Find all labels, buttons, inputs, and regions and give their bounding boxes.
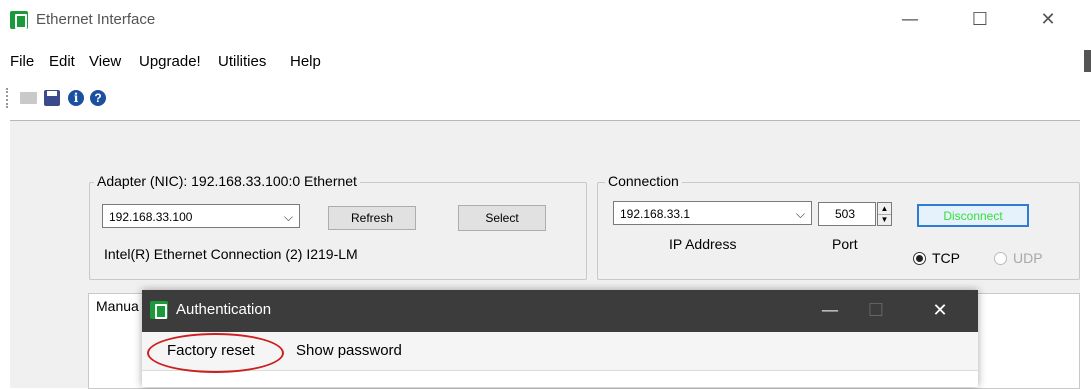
refresh-button[interactable]: Refresh bbox=[328, 206, 416, 230]
info-icon[interactable]: i bbox=[68, 90, 84, 106]
menu-file[interactable]: File bbox=[10, 53, 34, 70]
disconnect-label: Disconnect bbox=[943, 209, 1003, 223]
menu-edit[interactable]: Edit bbox=[49, 53, 75, 70]
scroll-thumb[interactable] bbox=[1084, 50, 1091, 72]
window-title: Ethernet Interface bbox=[36, 11, 156, 28]
tab-manual[interactable]: Manua bbox=[88, 293, 148, 317]
port-value: 503 bbox=[835, 207, 856, 221]
ip-address-label: IP Address bbox=[669, 236, 737, 252]
adapter-group-label: Adapter (NIC): 192.168.33.100:0 Ethernet bbox=[94, 173, 360, 189]
connection-group-label: Connection bbox=[605, 173, 682, 189]
save-icon[interactable] bbox=[44, 90, 60, 106]
toolbar-grip bbox=[6, 88, 10, 108]
adapter-ip-select[interactable]: 192.168.33.100 ⌵ bbox=[102, 204, 300, 228]
connection-ip-value: 192.168.33.1 bbox=[620, 207, 691, 221]
port-spin-buttons[interactable]: ▲ ▼ bbox=[877, 202, 892, 226]
port-stepper[interactable]: 503 bbox=[818, 202, 876, 226]
port-label: Port bbox=[832, 236, 858, 252]
tcp-radio[interactable] bbox=[913, 252, 926, 265]
menu-view[interactable]: View bbox=[89, 53, 121, 70]
menu-upgrade[interactable]: Upgrade! bbox=[139, 53, 201, 70]
adapter-description: Intel(R) Ethernet Connection (2) I219-LM bbox=[104, 246, 358, 262]
dialog-title: Authentication bbox=[176, 301, 272, 318]
connection-group bbox=[597, 182, 1080, 280]
open-folder-icon[interactable] bbox=[20, 92, 37, 104]
udp-label: UDP bbox=[1013, 250, 1043, 266]
spin-down-icon[interactable]: ▼ bbox=[878, 214, 891, 225]
show-password-menu[interactable]: Show password bbox=[296, 342, 402, 359]
menu-help[interactable]: Help bbox=[290, 53, 321, 70]
chevron-down-icon: ⌵ bbox=[795, 207, 805, 221]
dialog-close-button[interactable]: ✕ bbox=[920, 290, 960, 332]
connection-ip-select[interactable]: 192.168.33.1 ⌵ bbox=[613, 201, 812, 225]
close-button[interactable]: ✕ bbox=[1028, 0, 1068, 40]
udp-radio[interactable] bbox=[994, 252, 1007, 265]
disconnect-button[interactable]: Disconnect bbox=[917, 204, 1029, 227]
tcp-label: TCP bbox=[932, 250, 960, 266]
minimize-button[interactable]: — bbox=[890, 0, 930, 40]
adapter-group bbox=[89, 182, 587, 280]
select-button[interactable]: Select bbox=[458, 205, 546, 231]
adapter-ip-value: 192.168.33.100 bbox=[109, 210, 193, 224]
app-logo-icon bbox=[10, 11, 28, 29]
help-icon[interactable]: ? bbox=[90, 90, 106, 106]
chevron-down-icon: ⌵ bbox=[283, 210, 293, 224]
dialog-maximize-button[interactable]: ☐ bbox=[856, 290, 896, 332]
dialog-minimize-button[interactable]: — bbox=[810, 290, 850, 332]
menu-utilities[interactable]: Utilities bbox=[218, 53, 266, 70]
maximize-button[interactable]: ☐ bbox=[960, 0, 1000, 40]
dialog-app-icon bbox=[150, 301, 168, 319]
highlight-ellipse bbox=[147, 333, 284, 373]
